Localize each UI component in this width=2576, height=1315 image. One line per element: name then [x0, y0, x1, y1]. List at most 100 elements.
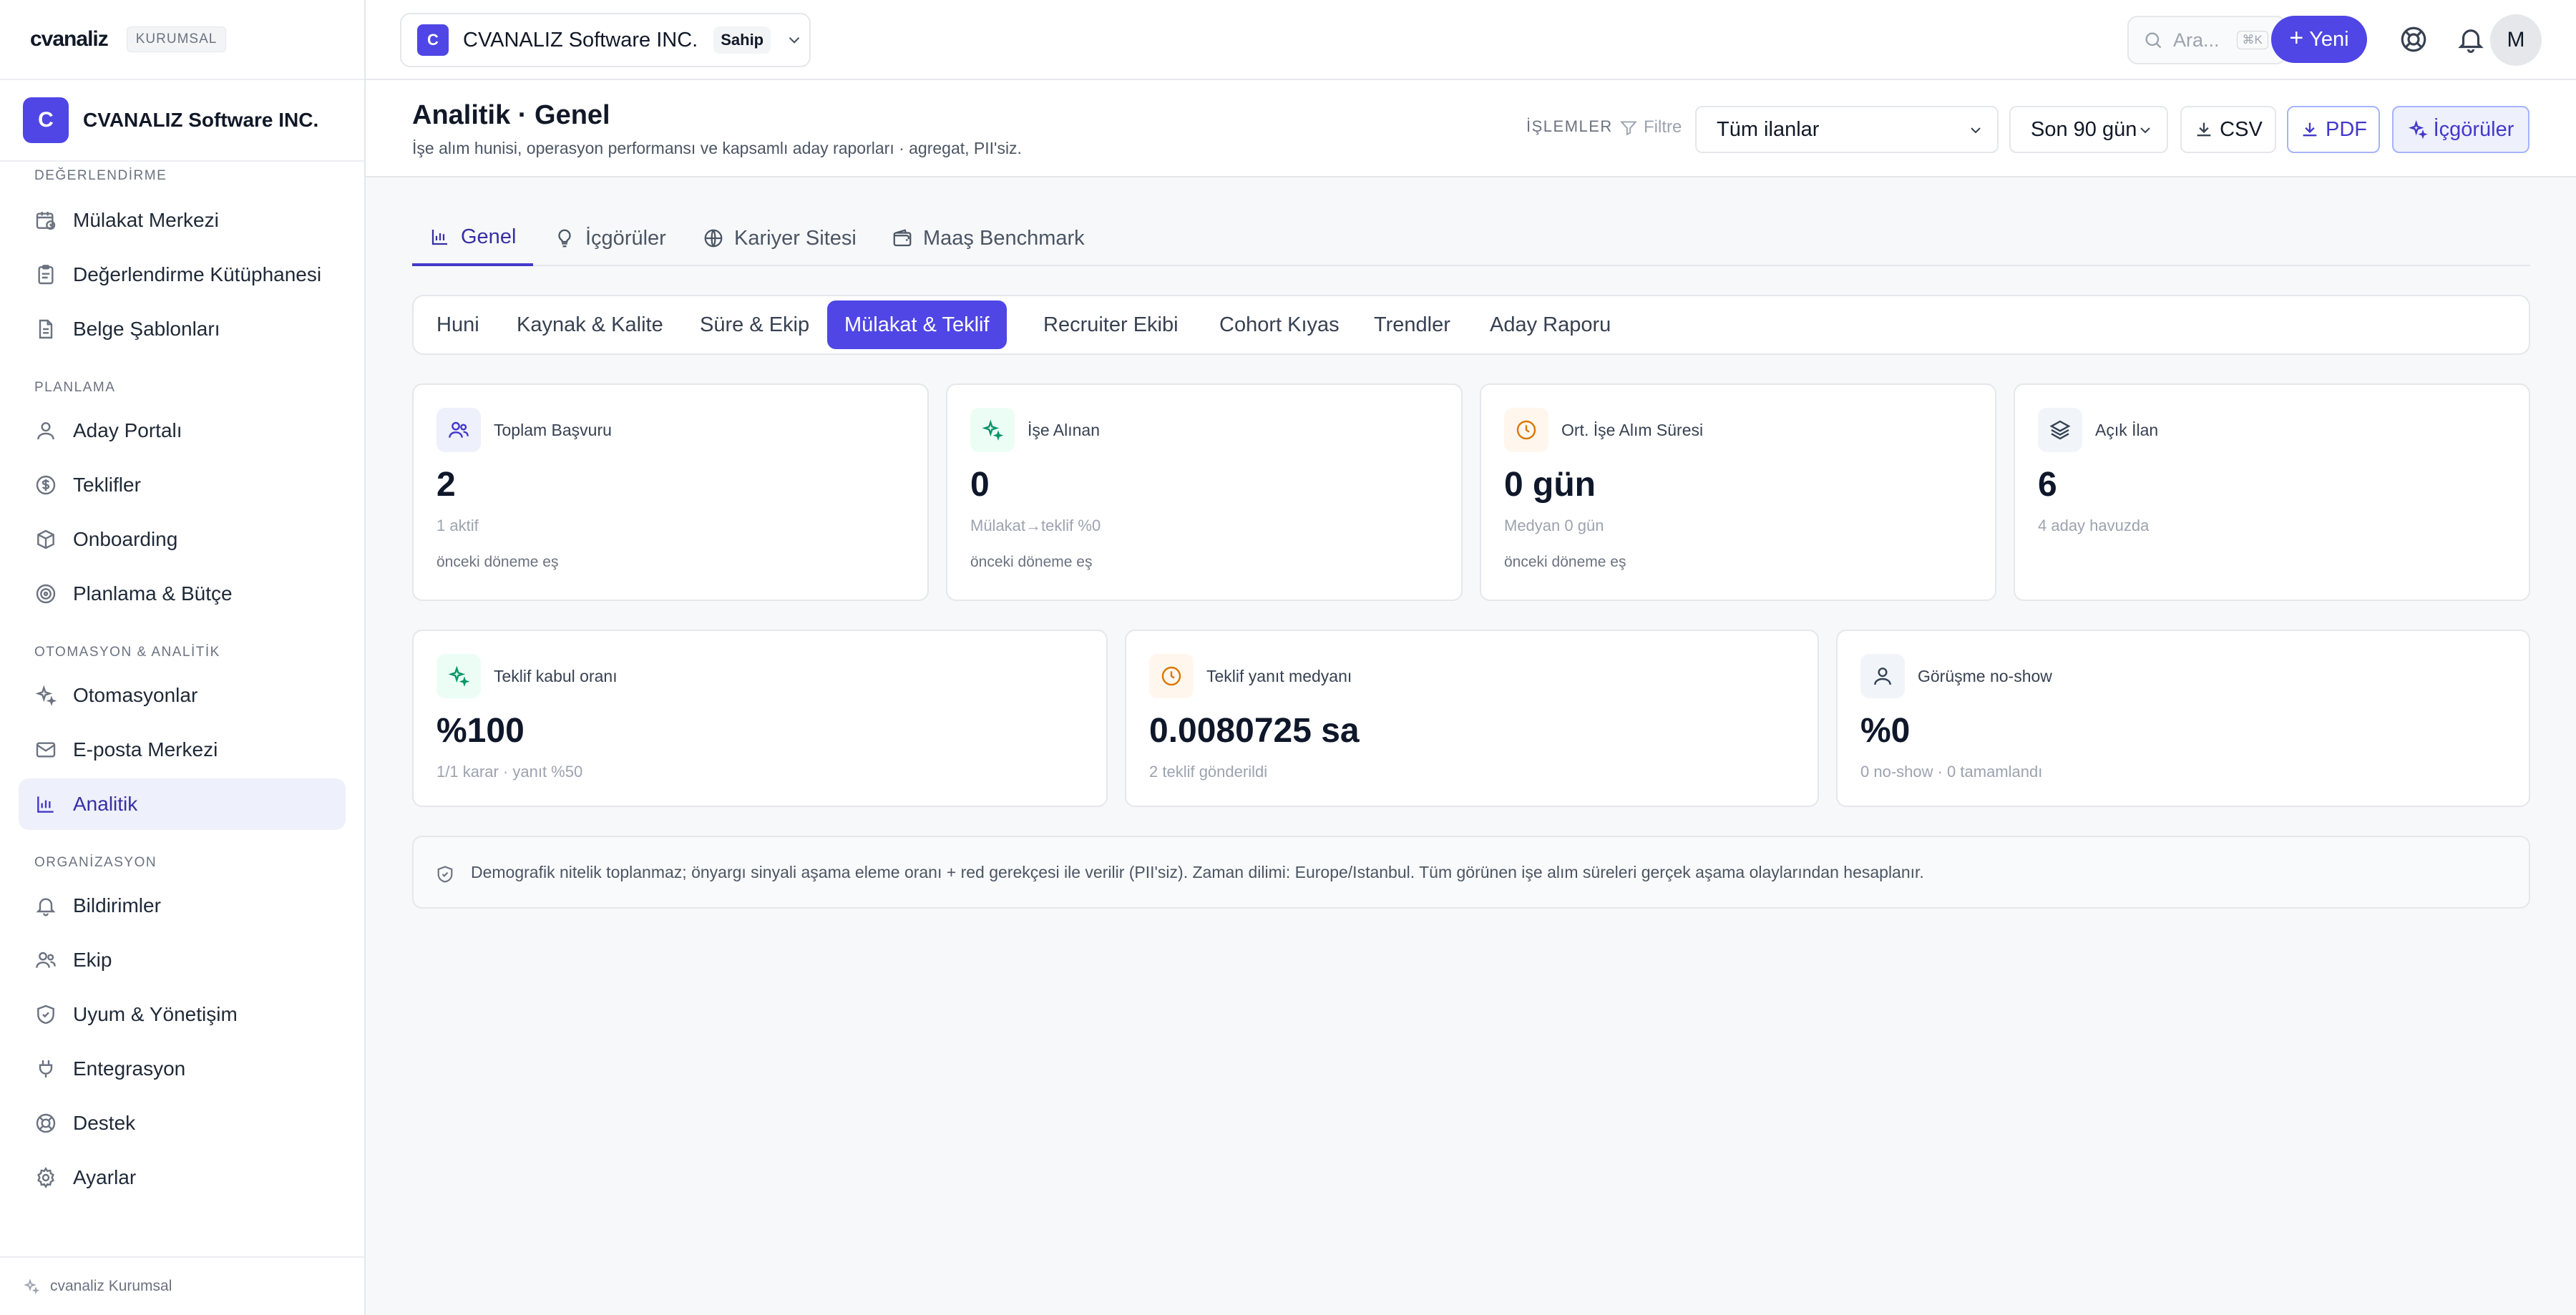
kpi-card-ort-ise-alim-suresi: Ort. İşe Alım Süresi 0 gün Medyan 0 gün … [1480, 383, 1996, 601]
tab-icgoruler[interactable]: İçgörüler [537, 210, 683, 266]
chevron-down-icon [789, 36, 800, 44]
tab-maas-benchmark[interactable]: Maaş Benchmark [874, 210, 1102, 266]
subtab-kaynak-kalite[interactable]: Kaynak & Kalite [499, 300, 680, 349]
sidebar-item-e-posta-merkezi[interactable]: E-posta Merkezi [19, 724, 346, 776]
lightbulb-icon [558, 229, 571, 248]
tab-genel[interactable]: Genel [412, 210, 534, 266]
search-input[interactable]: Ara... ⌘K [2127, 16, 2286, 64]
kpi-label: Görüşme no-show [1918, 667, 2052, 685]
tab-kariyer-sitesi[interactable]: Kariyer Sitesi [686, 210, 874, 266]
sidebar-item-teklifler[interactable]: Teklifler [19, 459, 346, 511]
sidebar-item-entegrasyon[interactable]: Entegrasyon [19, 1043, 346, 1095]
sparkles-icon [982, 419, 1004, 441]
subtab-mulakat-teklif[interactable]: Mülakat & Teklif [827, 300, 1007, 349]
kpi-icon-wrap [970, 408, 1015, 452]
sidebar-item-destek[interactable]: Destek [19, 1098, 346, 1149]
user-icon [1874, 668, 1891, 685]
help-lifebuoy-icon[interactable] [2399, 24, 2429, 54]
pdf-export-button[interactable]: PDF [2287, 106, 2380, 153]
kpi-label: Açık İlan [2095, 421, 2159, 439]
sidebar-item-aday-portali[interactable]: Aday Portalı [19, 405, 346, 456]
sidebar-item-analitik[interactable]: Analitik [19, 778, 346, 830]
sparkles-icon [2408, 119, 2428, 140]
box-icon [37, 529, 54, 549]
sidebar-item-ayarlar[interactable]: Ayarlar [19, 1152, 346, 1203]
new-button[interactable]: + Yeni [2271, 16, 2367, 63]
kpi-label: İşe Alınan [1028, 421, 1101, 439]
app-logo[interactable]: cvanaliz [30, 27, 109, 52]
sidebar-item-onboarding[interactable]: Onboarding [19, 514, 346, 565]
kpi-label: Ort. İşe Alım Süresi [1561, 421, 1704, 439]
sidebar-item-bildirimler[interactable]: Bildirimler [19, 880, 346, 932]
sidebar: cvanaliz KURUMSAL C CVANALIZ Software IN… [0, 0, 366, 1315]
mail-icon [36, 742, 56, 758]
bell-icon[interactable] [2456, 24, 2486, 54]
org-name: CVANALIZ Software INC. [83, 109, 319, 131]
users-icon [449, 421, 469, 438]
calendar-clock-icon [36, 212, 56, 230]
layers-icon [2049, 420, 2071, 440]
subtab-cohort-kiyas[interactable]: Cohort Kıyas [1202, 300, 1357, 349]
kpi-value: 0 gün [1504, 466, 1596, 504]
sidebar-item-label: Analitik [73, 793, 138, 815]
search-shortcut: ⌘K [2236, 31, 2268, 49]
kpi-label: Teklif yanıt medyanı [1206, 667, 1352, 685]
filter-label-text: Filtre [1644, 117, 1682, 137]
sidebar-item-uyum-yonetisim[interactable]: Uyum & Yönetişim [19, 989, 346, 1040]
bar-chart-icon [431, 230, 447, 245]
sidebar-item-planlama-butce[interactable]: Planlama & Bütçe [19, 568, 346, 620]
csv-export-button[interactable]: CSV [2180, 106, 2276, 153]
org-switcher[interactable]: C CVANALIZ Software INC. [0, 80, 364, 162]
csv-button-label: CSV [2220, 117, 2263, 141]
pdf-button-label: PDF [2326, 117, 2367, 141]
sidebar-item-label: Aday Portalı [73, 419, 182, 441]
user-avatar[interactable]: M [2490, 14, 2542, 66]
period-select[interactable]: Son 90 gün [2009, 106, 2168, 153]
sidebar-item-degerlendirme-kutuphanesi[interactable]: Değerlendirme Kütüphanesi [19, 249, 346, 300]
kpi-label: Toplam Başvuru [494, 421, 612, 439]
listing-select[interactable]: Tüm ilanlar [1695, 106, 1999, 153]
sidebar-item-mulakat-merkezi[interactable]: Mülakat Merkezi [19, 195, 346, 246]
subtab-huni[interactable]: Huni [419, 300, 497, 349]
user-icon [37, 422, 54, 440]
kpi-icon-wrap [1149, 654, 1194, 698]
subtab-recruiter-ekibi[interactable]: Recruiter Ekibi [1026, 300, 1196, 349]
sidebar-item-label: Otomasyonlar [73, 684, 198, 706]
sidebar-section-organizasyon: ORGANİZASYON [34, 855, 157, 870]
sidebar-item-label: Destek [73, 1112, 136, 1134]
sidebar-item-belge-sablonlari[interactable]: Belge Şablonları [19, 303, 346, 355]
target-icon [36, 584, 56, 604]
users-icon [36, 952, 56, 968]
filter-label: Filtre [1619, 117, 1682, 137]
kpi-card-acik-ilan: Açık İlan 6 4 aday havuzda [2014, 383, 2530, 601]
insights-button[interactable]: İçgörüler [2392, 106, 2529, 153]
kpi-card-teklif-yanit-medyani: Teklif yanıt medyanı 0.0080725 sa 2 tekl… [1125, 630, 1819, 807]
search-placeholder: Ara... [2173, 29, 2220, 51]
kpi-value: 2 [436, 466, 456, 504]
kpi-card-ise-alinan: İşe Alınan 0 Mülakat→teklif %0 önceki dö… [946, 383, 1463, 601]
kpi-subtext: 1 aktif [436, 517, 479, 534]
filter-icon [1620, 121, 1637, 136]
sidebar-item-otomasyonlar[interactable]: Otomasyonlar [19, 670, 346, 721]
kpi-icon-wrap [1504, 408, 1548, 452]
sidebar-item-label: Planlama & Bütçe [73, 582, 233, 605]
kpi-comparison: önceki döneme eş [970, 554, 1093, 570]
kpi-subtext: Mülakat→teklif %0 [970, 517, 1101, 534]
sidebar-item-label: Onboarding [73, 528, 178, 550]
privacy-notice: Demografik nitelik toplanmaz; önyargı si… [412, 836, 2530, 909]
workspace-switcher[interactable]: C CVANALIZ Software INC. Sahip [400, 13, 811, 67]
sidebar-section-otomasyon-analitik: OTOMASYON & ANALİTİK [34, 645, 220, 660]
page-title: Analitik · Genel [412, 100, 610, 130]
sidebar-item-label: Entegrasyon [73, 1057, 186, 1080]
shield-icon [37, 1004, 54, 1025]
brand-bar: cvanaliz KURUMSAL [0, 0, 364, 80]
subtab-aday-raporu[interactable]: Aday Raporu [1473, 300, 1628, 349]
subtab-trendler[interactable]: Trendler [1357, 300, 1468, 349]
page-header: Analitik · Genel İşe alım hunisi, operas… [366, 80, 2576, 177]
sidebar-item-ekip[interactable]: Ekip [19, 934, 346, 986]
workspace-avatar: C [417, 24, 449, 56]
kpi-card-teklif-kabul-orani: Teklif kabul oranı %100 1/1 karar · yanı… [412, 630, 1108, 807]
subtab-sure-ekip[interactable]: Süre & Ekip [683, 300, 826, 349]
tab-label: İçgörüler [585, 226, 666, 250]
kpi-subtext: 1/1 karar · yanıt %50 [436, 763, 583, 781]
